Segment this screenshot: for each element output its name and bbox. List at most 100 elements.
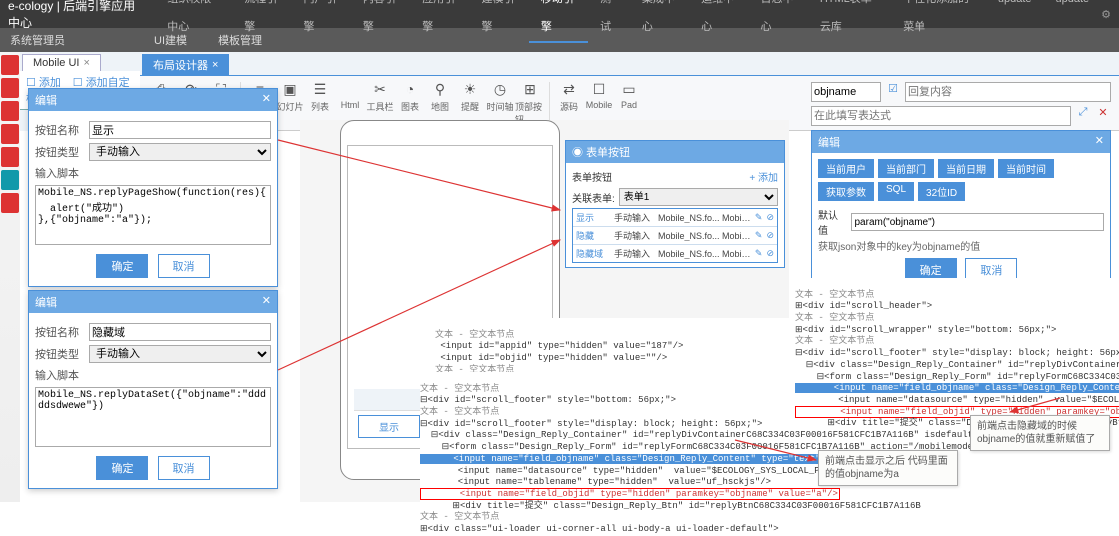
input-name[interactable] — [89, 121, 271, 139]
tool-icon — [341, 80, 359, 98]
close-icon[interactable]: ✕ — [262, 294, 271, 310]
nav-item[interactable]: 门户引擎 — [292, 0, 351, 43]
logo: e-cology | 后端引擎应用中心 — [8, 0, 141, 31]
add-button-link[interactable]: + 添加 — [749, 169, 778, 184]
rail-item[interactable] — [1, 193, 19, 213]
select-type[interactable]: 手动输入 — [89, 143, 271, 161]
rail-item[interactable] — [1, 55, 19, 75]
tool-icon: ▭ — [620, 80, 638, 98]
dialog-title: 编辑 — [35, 294, 57, 310]
code-inspector-1: 文本 - 空文本节点 ⊟<div id="scroll_footer" styl… — [420, 372, 820, 536]
tool-icon: ☀ — [461, 80, 479, 98]
tool-icon: ◔ — [401, 80, 419, 98]
expand-icon[interactable]: ⤢ — [1075, 106, 1091, 126]
top-nav: 组织权限中心流程引擎门户引擎内容引擎应用引擎建模引擎移动引擎测试集成中心运维中心… — [155, 0, 1101, 43]
rail-item[interactable] — [1, 124, 19, 144]
nav-item[interactable]: 个性化添加的菜单 — [891, 0, 986, 43]
select-type[interactable]: 手动输入 — [89, 345, 271, 363]
nav-item[interactable]: 日志中心 — [748, 0, 807, 43]
label-name: 按钮名称 — [35, 122, 83, 138]
annotation-1: 前端点击显示之后 代码里面的值objname为a — [818, 450, 958, 486]
nav-item[interactable]: 建模引擎 — [470, 0, 529, 43]
label-default: 默认值 — [818, 207, 845, 237]
input-name[interactable] — [89, 323, 271, 341]
sub-tab-ui[interactable]: UI建模 — [140, 31, 201, 51]
form-button-panel: ◉ 表单按钮 表单按钮 + 添加 关联表单: 表单1 显示手动输入Mobile_… — [565, 140, 785, 268]
edit-icon[interactable]: ✎ — [755, 230, 763, 241]
prop-reply[interactable] — [905, 82, 1111, 102]
current-user: 系统管理员 — [10, 32, 140, 48]
nav-item[interactable]: 内容引擎 — [351, 0, 410, 43]
chip[interactable]: 当前时间 — [998, 159, 1054, 178]
edit-icon[interactable]: ✎ — [755, 212, 763, 223]
nav-item[interactable]: 集成中心 — [630, 0, 689, 43]
edit-dialog-hidefield: 编辑 ✕ 按钮名称 按钮类型手动输入 输入脚本 Mobile_NS.replyDa… — [28, 290, 278, 489]
tab-mobile-ui[interactable]: Mobile UI × — [22, 54, 101, 71]
code-inspector-2: 文本 - 空文本节点 ⊞<div id="scroll_header"> 文本 … — [795, 278, 1115, 430]
chip[interactable]: 32位ID — [918, 182, 965, 201]
rail-item[interactable] — [1, 147, 19, 167]
chip[interactable]: SQL — [878, 182, 914, 201]
label-type: 按钮类型 — [35, 346, 83, 362]
rail-item[interactable] — [1, 170, 19, 190]
edit-dialog-show: 编辑✕ 按钮名称 按钮类型手动输入 输入脚本 Mobile_NS.replyPa… — [28, 88, 278, 287]
close-icon[interactable]: ✕ — [262, 92, 271, 108]
sel-label: 关联表单: — [572, 190, 615, 205]
annotation-2: 前端点击隐藏域的时候objname的值就重新赋值了 — [970, 415, 1110, 451]
label-script: 输入脚本 — [35, 165, 83, 181]
panel-sub: 表单按钮 — [572, 169, 612, 184]
sub-tab-tpl[interactable]: 模板管理 — [204, 31, 276, 51]
button-list-item[interactable]: 隐藏手动输入Mobile_NS.fo... Mobile_NS.re...✎⊘ — [573, 227, 777, 245]
input-default[interactable] — [851, 213, 1105, 231]
tool-icon: ☐ — [590, 80, 608, 98]
prop-objname[interactable] — [811, 82, 881, 102]
close-icon[interactable]: ✕ — [1095, 134, 1104, 150]
rail-item[interactable] — [1, 78, 19, 98]
delete-icon[interactable]: ⊘ — [766, 248, 774, 259]
panel-title: ◉ 表单按钮 — [572, 144, 630, 160]
chip[interactable]: 当前日期 — [938, 159, 994, 178]
chip[interactable]: 当前用户 — [818, 159, 874, 178]
ok-button[interactable]: 确定 — [96, 254, 148, 278]
edit-icon[interactable]: ✎ — [755, 248, 763, 259]
nav-item[interactable]: update — [1044, 0, 1102, 43]
button-list-item[interactable]: 隐藏域手动输入Mobile_NS.fo... Mobile_NS.re...✎⊘ — [573, 245, 777, 262]
cancel-button[interactable]: 取消 — [158, 254, 210, 278]
nav-item[interactable]: update — [986, 0, 1044, 43]
gear-icon[interactable]: ⚙ — [1101, 8, 1111, 21]
label-script: 输入脚本 — [35, 367, 83, 383]
form-select[interactable]: 表单1 — [619, 188, 778, 206]
form-btn-show[interactable]: 显示 — [359, 416, 420, 437]
delete-icon[interactable]: ✕ — [1095, 106, 1111, 126]
tab-layout-designer[interactable]: 布局设计器 × — [142, 54, 229, 75]
label-name: 按钮名称 — [35, 324, 83, 340]
cancel-button[interactable]: 取消 — [158, 456, 210, 480]
tool-icon: ⇄ — [560, 80, 578, 98]
tab-label: Mobile UI — [33, 57, 79, 69]
nav-item[interactable]: 运维中心 — [689, 0, 748, 43]
nav-item[interactable]: 移动引擎 — [529, 0, 588, 43]
dialog-title: 编辑 — [818, 134, 840, 150]
delete-icon[interactable]: ⊘ — [766, 212, 774, 223]
tool-icon: ⚲ — [431, 80, 449, 98]
delete-icon[interactable]: ⊘ — [766, 230, 774, 241]
textarea-script[interactable]: Mobile_NS.replyDataSet({"objname":"ddddd… — [35, 387, 271, 447]
nav-item[interactable]: HTML表单云库 — [808, 0, 891, 43]
nav-item[interactable]: 应用引擎 — [410, 0, 469, 43]
close-icon[interactable]: × — [83, 57, 89, 69]
default-value-dialog: 编辑✕ 当前用户当前部门当前日期当前时间获取参数SQL32位ID 默认值 获取j… — [811, 130, 1111, 289]
textarea-script[interactable]: Mobile_NS.replyPageShow(function(res){ a… — [35, 185, 271, 245]
tab-label: 布局设计器 — [153, 57, 208, 73]
nav-item[interactable]: 测试 — [588, 0, 630, 43]
tool-icon: ☰ — [311, 80, 329, 98]
chip[interactable]: 获取参数 — [818, 182, 874, 201]
prop-expr[interactable] — [811, 106, 1071, 126]
close-icon[interactable]: × — [212, 59, 218, 71]
ok-button[interactable]: 确定 — [96, 456, 148, 480]
chip[interactable]: 当前部门 — [878, 159, 934, 178]
check-icon[interactable]: ☑ — [885, 82, 901, 102]
button-list-item[interactable]: 显示手动输入Mobile_NS.fo... Mobile_NS.re...✎⊘ — [573, 209, 777, 227]
rail-item[interactable] — [1, 101, 19, 121]
button-list: 显示手动输入Mobile_NS.fo... Mobile_NS.re...✎⊘隐… — [572, 208, 778, 263]
tool-icon: ◷ — [491, 80, 509, 98]
